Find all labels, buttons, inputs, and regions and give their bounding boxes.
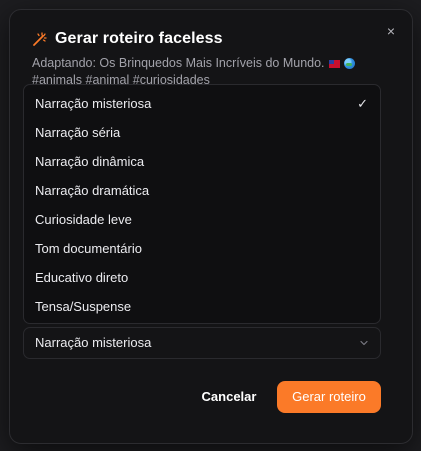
- option-label: Tensa/Suspense: [35, 299, 132, 314]
- option-label: Narração dramática: [35, 183, 150, 198]
- tone-options-listbox: Narração misteriosa ✓ Narração séria Nar…: [23, 84, 381, 324]
- option-label: Educativo direto: [35, 270, 129, 285]
- us-flag-icon: [328, 59, 340, 68]
- magic-wand-icon: [33, 32, 47, 46]
- generate-script-button[interactable]: Gerar roteiro: [277, 381, 381, 413]
- option-label: Narração dinâmica: [35, 154, 145, 169]
- option-tensa-suspense[interactable]: Tensa/Suspense: [24, 292, 380, 321]
- globe-icon: [343, 58, 355, 70]
- option-label: Curiosidade leve: [35, 212, 132, 227]
- tone-select-value: Narração misteriosa: [35, 335, 152, 350]
- chevron-down-icon: [360, 340, 368, 346]
- option-narracao-seria[interactable]: Narração séria: [24, 118, 380, 147]
- option-curiosidade-leve[interactable]: Curiosidade leve: [24, 205, 380, 234]
- option-narracao-misteriosa[interactable]: Narração misteriosa ✓: [24, 89, 380, 118]
- option-narracao-dramatica[interactable]: Narração dramática: [24, 176, 380, 205]
- dialog-header: Gerar roteiro faceless: [32, 30, 223, 48]
- option-tom-documentario[interactable]: Tom documentário: [24, 234, 380, 263]
- dialog-title: Gerar roteiro faceless: [55, 30, 223, 47]
- tone-select[interactable]: Narração misteriosa: [23, 327, 381, 359]
- option-narracao-dinamica[interactable]: Narração dinâmica: [24, 147, 380, 176]
- close-icon[interactable]: ×: [384, 24, 398, 38]
- option-label: Narração séria: [35, 125, 121, 140]
- subtitle-source-title: Adaptando: Os Brinquedos Mais Incríveis …: [32, 56, 325, 70]
- option-educativo-direto[interactable]: Educativo direto: [24, 263, 380, 292]
- option-label: Tom documentário: [35, 241, 142, 256]
- check-icon: ✓: [357, 96, 368, 111]
- option-label: Narração misteriosa: [35, 96, 152, 111]
- cancel-button[interactable]: Cancelar: [194, 381, 264, 413]
